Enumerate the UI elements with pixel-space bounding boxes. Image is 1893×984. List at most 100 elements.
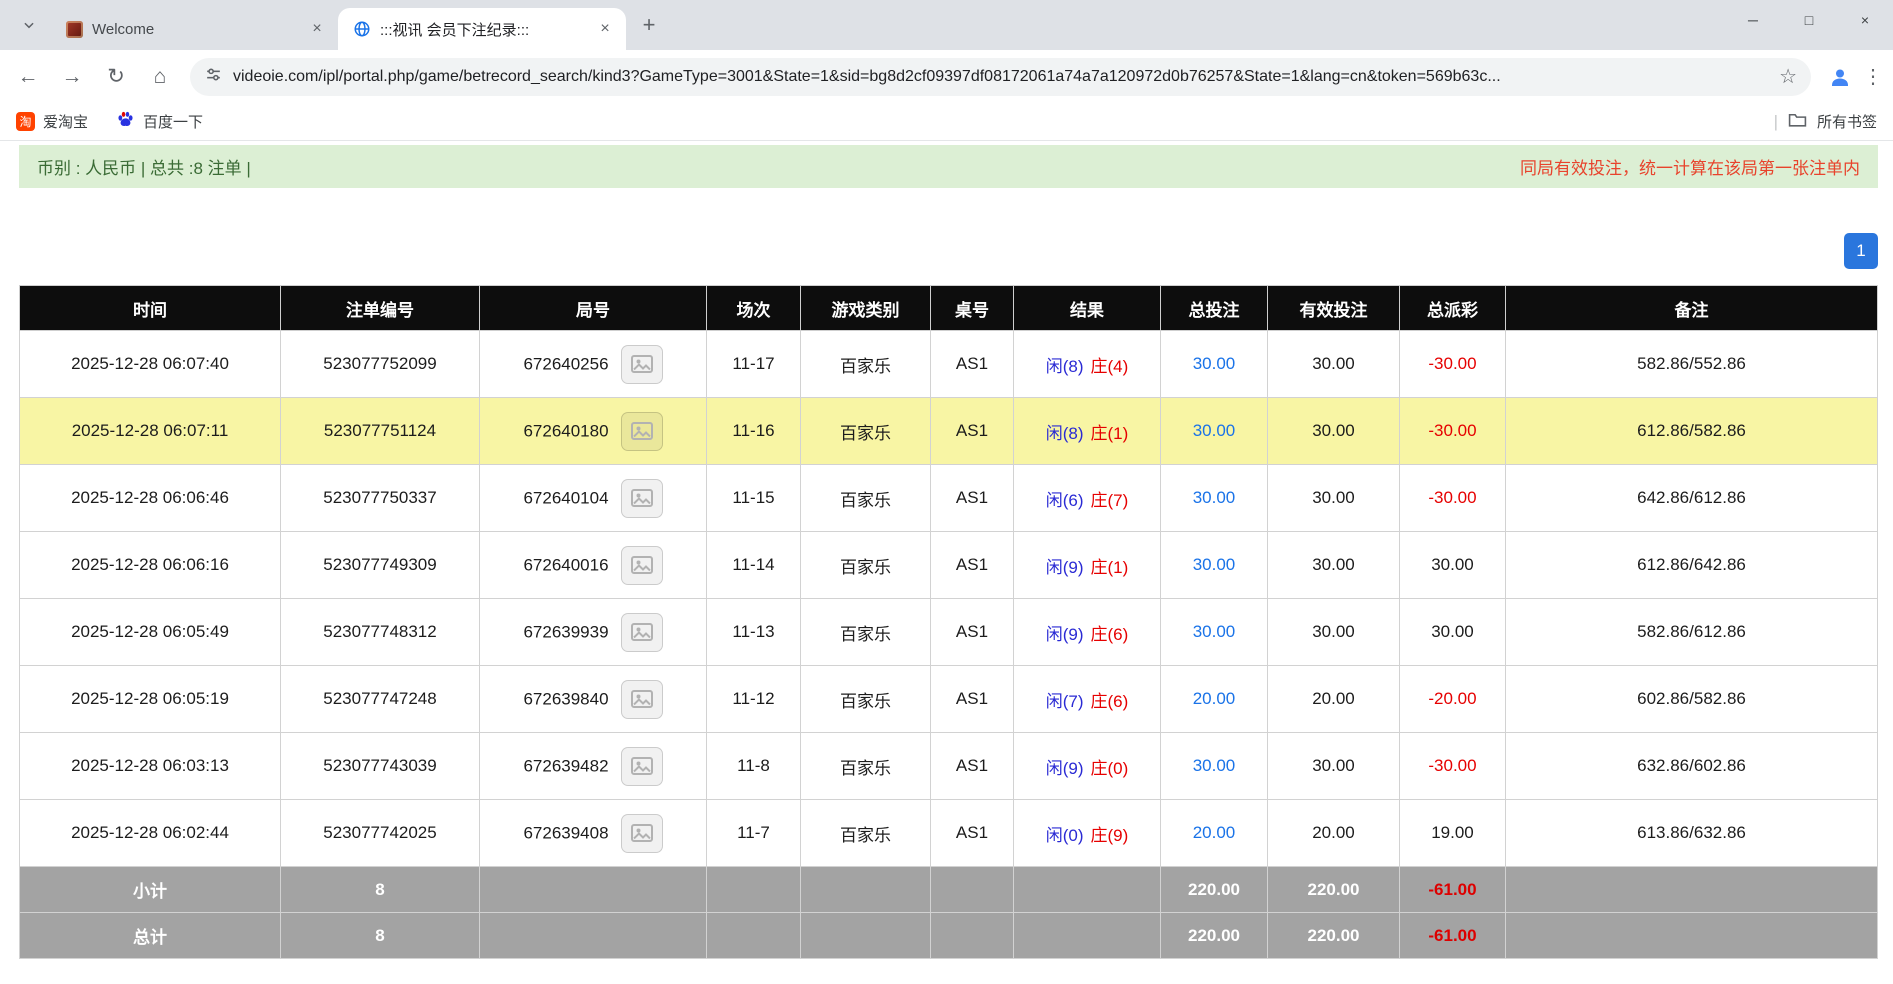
column-header-table-no: 桌号 bbox=[931, 286, 1014, 331]
total-bet-link[interactable]: 30.00 bbox=[1193, 756, 1236, 775]
profile-icon[interactable] bbox=[1821, 58, 1859, 96]
cell-session: 11-13 bbox=[707, 599, 801, 666]
result-player: 闲(6) bbox=[1046, 491, 1084, 510]
result-player: 闲(9) bbox=[1046, 625, 1084, 644]
home-icon[interactable]: ⌂ bbox=[140, 57, 180, 97]
cell-table-no: AS1 bbox=[931, 532, 1014, 599]
bookmark-star-icon[interactable]: ☆ bbox=[1779, 64, 1797, 89]
column-header-note: 备注 bbox=[1506, 286, 1878, 331]
tab-welcome[interactable]: Welcome × bbox=[50, 8, 338, 50]
footer-payout: -61.00 bbox=[1400, 867, 1506, 913]
bookmark-taobao[interactable]: 淘 爱淘宝 bbox=[16, 111, 88, 132]
video-replay-button[interactable] bbox=[621, 546, 663, 585]
site-settings-icon[interactable] bbox=[204, 65, 223, 89]
footer-empty-note bbox=[1506, 867, 1878, 913]
column-header-game-type: 游戏类别 bbox=[801, 286, 931, 331]
video-replay-button[interactable] bbox=[621, 412, 663, 451]
round-number: 672639939 bbox=[523, 622, 608, 641]
cell-round: 672640104 bbox=[480, 465, 707, 532]
tab-title: Welcome bbox=[92, 21, 298, 38]
bookmark-baidu[interactable]: 百度一下 bbox=[116, 110, 203, 133]
reload-icon[interactable]: ↻ bbox=[96, 57, 136, 97]
currency-summary-text: 币别 : 人民币 | 总共 :8 注单 | bbox=[37, 154, 251, 179]
tab-betrecord[interactable]: :::视讯 会员下注纪录::: × bbox=[338, 8, 626, 50]
video-replay-button[interactable] bbox=[621, 345, 663, 384]
footer-count: 8 bbox=[281, 913, 480, 959]
footer-empty-game bbox=[801, 913, 931, 959]
footer-empty-note bbox=[1506, 913, 1878, 959]
cell-payout: 30.00 bbox=[1400, 532, 1506, 599]
cell-payout: -30.00 bbox=[1400, 331, 1506, 398]
total-bet-link[interactable]: 30.00 bbox=[1193, 354, 1236, 373]
all-bookmarks[interactable]: | 所有书签 bbox=[1774, 111, 1877, 132]
footer-empty-round bbox=[480, 913, 707, 959]
footer-total-bet: 220.00 bbox=[1161, 867, 1268, 913]
cell-note: 582.86/612.86 bbox=[1506, 599, 1878, 666]
cell-result: 闲(9)庄(1) bbox=[1014, 532, 1161, 599]
table-row: 2025-12-28 06:06:46 523077750337 6726401… bbox=[20, 465, 1878, 532]
video-replay-button[interactable] bbox=[621, 613, 663, 652]
cell-table-no: AS1 bbox=[931, 599, 1014, 666]
url-text[interactable]: videoie.com/ipl/portal.php/game/betrecor… bbox=[233, 68, 1769, 86]
cell-round: 672639840 bbox=[480, 666, 707, 733]
round-number: 672640180 bbox=[523, 421, 608, 440]
video-replay-button[interactable] bbox=[621, 747, 663, 786]
cell-session: 11-17 bbox=[707, 331, 801, 398]
cell-time: 2025-12-28 06:06:16 bbox=[20, 532, 281, 599]
table-header-row: 时间 注单编号 局号 场次 游戏类别 桌号 结果 总投注 有效投注 总派彩 备注 bbox=[20, 286, 1878, 331]
tab-close-icon[interactable]: × bbox=[594, 18, 616, 40]
cell-result: 闲(0)庄(9) bbox=[1014, 800, 1161, 867]
tab-close-icon[interactable]: × bbox=[306, 18, 328, 40]
cell-time: 2025-12-28 06:07:11 bbox=[20, 398, 281, 465]
total-bet-link[interactable]: 20.00 bbox=[1193, 823, 1236, 842]
cell-time: 2025-12-28 06:06:46 bbox=[20, 465, 281, 532]
total-bet-link[interactable]: 30.00 bbox=[1193, 555, 1236, 574]
cell-table-no: AS1 bbox=[931, 800, 1014, 867]
tab-strip: Welcome × :::视讯 会员下注纪录::: × + ─ □ × bbox=[0, 0, 1893, 50]
result-banker: 庄(7) bbox=[1091, 491, 1129, 510]
cell-game-type: 百家乐 bbox=[801, 331, 931, 398]
column-header-session: 场次 bbox=[707, 286, 801, 331]
round-number: 672640016 bbox=[523, 555, 608, 574]
url-bar[interactable]: videoie.com/ipl/portal.php/game/betrecor… bbox=[190, 58, 1811, 96]
total-bet-link[interactable]: 20.00 bbox=[1193, 689, 1236, 708]
footer-empty-session bbox=[707, 867, 801, 913]
menu-dots-icon[interactable]: ⋮ bbox=[1863, 58, 1883, 96]
round-number: 672640256 bbox=[523, 354, 608, 373]
result-banker: 庄(0) bbox=[1091, 759, 1129, 778]
total-bet-link[interactable]: 30.00 bbox=[1193, 421, 1236, 440]
window-close-button[interactable]: × bbox=[1837, 0, 1893, 40]
cell-result: 闲(9)庄(6) bbox=[1014, 599, 1161, 666]
result-player: 闲(8) bbox=[1046, 424, 1084, 443]
cell-payout: -30.00 bbox=[1400, 733, 1506, 800]
page-1-button[interactable]: 1 bbox=[1844, 233, 1878, 269]
cell-valid-bet: 30.00 bbox=[1268, 465, 1400, 532]
video-replay-button[interactable] bbox=[621, 814, 663, 853]
cell-note: 582.86/552.86 bbox=[1506, 331, 1878, 398]
video-replay-button[interactable] bbox=[621, 479, 663, 518]
table-body: 2025-12-28 06:07:40 523077752099 6726402… bbox=[20, 331, 1878, 867]
new-tab-button[interactable]: + bbox=[632, 8, 666, 42]
navigation-bar: ← → ↻ ⌂ videoie.com/ipl/portal.php/game/… bbox=[0, 50, 1893, 103]
cell-valid-bet: 30.00 bbox=[1268, 398, 1400, 465]
round-number: 672639840 bbox=[523, 689, 608, 708]
cell-payout: 30.00 bbox=[1400, 599, 1506, 666]
minimize-button[interactable]: ─ bbox=[1725, 0, 1781, 40]
total-bet-link[interactable]: 30.00 bbox=[1193, 622, 1236, 641]
round-number: 672639408 bbox=[523, 823, 608, 842]
cell-note: 632.86/602.86 bbox=[1506, 733, 1878, 800]
cell-game-type: 百家乐 bbox=[801, 398, 931, 465]
subtotal-row: 小计 8 220.00 220.00 -61.00 bbox=[20, 867, 1878, 913]
forward-icon[interactable]: → bbox=[52, 57, 92, 97]
cell-session: 11-12 bbox=[707, 666, 801, 733]
globe-favicon-icon bbox=[352, 19, 372, 39]
total-bet-link[interactable]: 30.00 bbox=[1193, 488, 1236, 507]
cell-time: 2025-12-28 06:02:44 bbox=[20, 800, 281, 867]
maximize-button[interactable]: □ bbox=[1781, 0, 1837, 40]
video-replay-button[interactable] bbox=[621, 680, 663, 719]
back-icon[interactable]: ← bbox=[8, 57, 48, 97]
tab-search-chevron-icon[interactable] bbox=[12, 8, 46, 42]
result-player: 闲(9) bbox=[1046, 759, 1084, 778]
table-row: 2025-12-28 06:07:40 523077752099 6726402… bbox=[20, 331, 1878, 398]
result-banker: 庄(9) bbox=[1091, 826, 1129, 845]
